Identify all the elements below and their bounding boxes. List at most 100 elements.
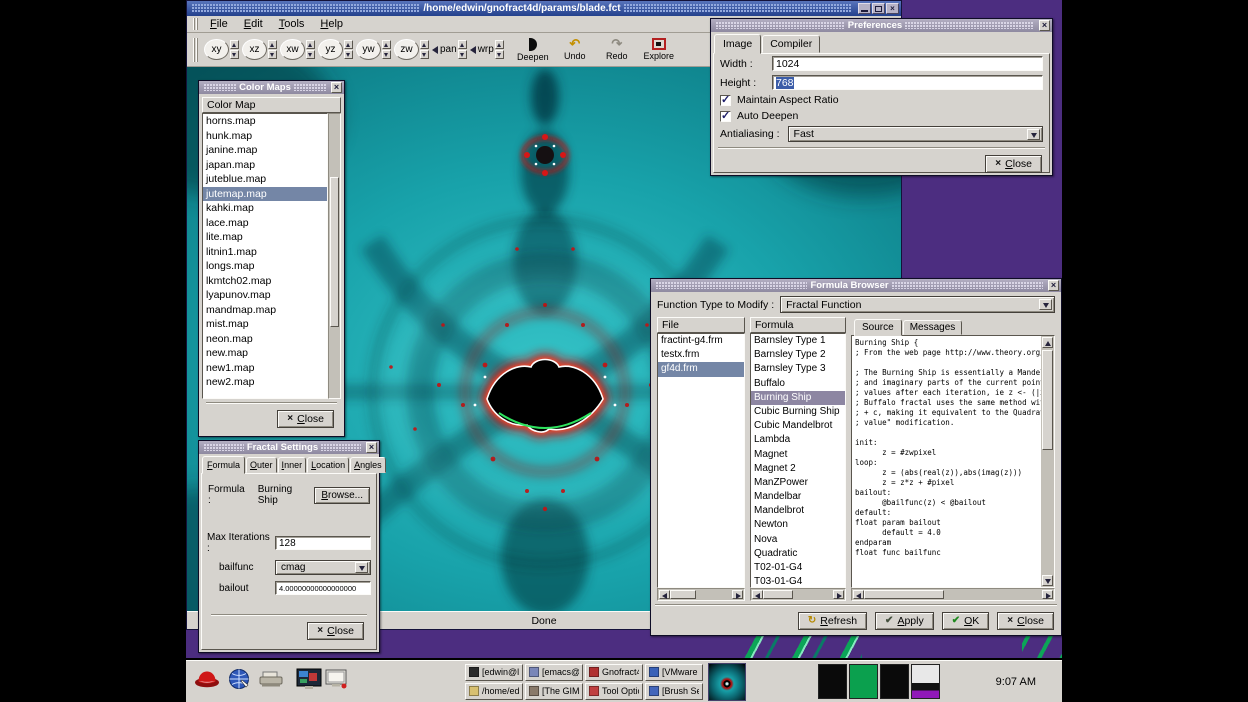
formula-item[interactable]: ManZPower	[751, 476, 845, 490]
auto-deepen-checkbox[interactable]: ✓	[720, 111, 731, 122]
axis-button-label[interactable]: xz	[242, 39, 267, 60]
scroll-up-icon[interactable]	[1042, 337, 1053, 348]
scroll-right-icon[interactable]	[833, 590, 844, 599]
scroll-right-icon[interactable]	[1042, 590, 1053, 599]
colormap-item[interactable]: lace.map	[203, 216, 327, 231]
formula-item[interactable]: Nova	[751, 533, 845, 547]
fractal-settings-titlebar[interactable]: Fractal Settings ×	[199, 441, 379, 454]
file-item[interactable]: fractint-g4.frm	[658, 334, 744, 348]
file-item[interactable]: testx.frm	[658, 348, 744, 362]
colormap-item[interactable]: jutemap.map	[203, 187, 327, 202]
spin-down-icon[interactable]	[306, 50, 315, 59]
colormap-item[interactable]: janine.map	[203, 143, 327, 158]
axis-button-label[interactable]: yw	[356, 39, 381, 60]
apply-button[interactable]: ✔ Apply	[875, 612, 934, 630]
ok-button[interactable]: ✔ OK	[942, 612, 990, 630]
formula-list-header[interactable]: Formula	[750, 317, 846, 333]
spin-up-icon[interactable]	[495, 40, 504, 49]
toolbar-grip[interactable]	[193, 38, 198, 62]
formula-item[interactable]: Mandelbrot	[751, 504, 845, 518]
colormap-item[interactable]: juteblue.map	[203, 172, 327, 187]
deepen-button[interactable]: Deepen	[512, 34, 554, 65]
redhat-menu-icon[interactable]	[194, 669, 220, 694]
menubar-grip[interactable]	[193, 18, 198, 30]
desktop-pager-cell[interactable]	[818, 664, 847, 699]
spin-up-icon[interactable]	[268, 40, 277, 49]
fractal-settings-tab[interactable]: Formula	[202, 456, 245, 474]
max-iterations-input[interactable]: 128	[275, 536, 371, 550]
display-applet-icon[interactable]	[325, 669, 347, 694]
spin-down-icon[interactable]	[382, 50, 391, 59]
axis-button-label[interactable]: yz	[318, 39, 343, 60]
formula-item[interactable]: Magnet 2	[751, 462, 845, 476]
bailfunc-select[interactable]: cmag	[275, 560, 371, 575]
spin-down-icon[interactable]	[230, 50, 239, 59]
menu-item[interactable]: Edit	[236, 17, 271, 32]
fractal-settings-tab[interactable]: Location	[307, 457, 349, 473]
source-hscrollbar[interactable]	[851, 588, 1055, 601]
formula-item[interactable]: T03-01-G4	[751, 575, 845, 588]
axis-button-label[interactable]: zw	[394, 39, 419, 60]
taskbar-window-button[interactable]: Tool Optic	[585, 683, 643, 700]
spin-up-icon[interactable]	[306, 40, 315, 49]
pan-left-icon[interactable]	[432, 46, 438, 54]
formula-item[interactable]: Newton	[751, 518, 845, 532]
formula-item[interactable]: Cubic Mandelbrot	[751, 419, 845, 433]
function-type-select[interactable]: Fractal Function	[780, 296, 1055, 313]
source-vscrollbar[interactable]	[1041, 336, 1054, 587]
axis-rotate-control[interactable]: yz	[317, 39, 354, 60]
formula-item[interactable]: Quadratic	[751, 547, 845, 561]
formula-item[interactable]: Buffalo	[751, 377, 845, 391]
refresh-button[interactable]: ↻ Refresh	[798, 612, 867, 630]
main-titlebar[interactable]: /home/edwin/gnofract4d/params/blade.fct …	[187, 1, 901, 16]
formula-browser-titlebar[interactable]: Formula Browser ×	[651, 279, 1061, 292]
colormap-scrollbar[interactable]	[328, 113, 341, 399]
spin-up-icon[interactable]	[230, 40, 239, 49]
spin-up-icon[interactable]	[344, 40, 353, 49]
menu-item[interactable]: Tools	[271, 17, 313, 32]
desktop-pager-cell[interactable]	[911, 664, 940, 699]
desktop-pager-cell[interactable]	[849, 664, 878, 699]
colormap-item[interactable]: kahki.map	[203, 201, 327, 216]
file-hscrollbar[interactable]	[657, 588, 745, 601]
formula-item[interactable]: T02-01-G4	[751, 561, 845, 575]
source-code[interactable]: Burning Ship { ; From the web page http:…	[852, 336, 1041, 587]
spin-up-icon[interactable]	[382, 40, 391, 49]
taskbar-window-button[interactable]: /home/edw	[465, 683, 523, 700]
colormap-item[interactable]: litnin1.map	[203, 245, 327, 260]
colormap-item[interactable]: lite.map	[203, 230, 327, 245]
formula-item[interactable]: Barnsley Type 2	[751, 348, 845, 362]
axis-button-label[interactable]: xw	[280, 39, 305, 60]
colormap-item[interactable]: mist.map	[203, 317, 327, 332]
source-tab[interactable]: Messages	[903, 320, 963, 335]
width-input[interactable]: 1024	[772, 56, 1043, 71]
close-button[interactable]: × Close	[997, 612, 1054, 630]
close-icon[interactable]: ×	[886, 3, 899, 14]
axis-button-label[interactable]: xy	[204, 39, 229, 60]
scroll-down-icon[interactable]	[1042, 575, 1053, 586]
browser-icon[interactable]	[228, 668, 250, 695]
colormap-item[interactable]: new.map	[203, 346, 327, 361]
taskbar-window-button[interactable]: [emacs@l	[525, 664, 583, 681]
formula-hscrollbar[interactable]	[750, 588, 846, 601]
spin-down-icon[interactable]	[420, 50, 429, 59]
spin-down-icon[interactable]	[344, 50, 353, 59]
close-button[interactable]: × Close	[277, 410, 334, 428]
scroll-left-icon[interactable]	[752, 590, 763, 599]
warp-left-icon[interactable]	[470, 46, 476, 54]
scrollbar-thumb[interactable]	[330, 177, 339, 327]
colormap-item[interactable]: longs.map	[203, 259, 327, 274]
spin-up-icon[interactable]	[458, 40, 467, 49]
preferences-tab[interactable]: Image	[714, 34, 761, 54]
monitor-applet-icon[interactable]	[296, 668, 322, 695]
formula-item[interactable]: Mandelbar	[751, 490, 845, 504]
fractal-thumbnail-icon[interactable]	[708, 663, 746, 701]
spin-down-icon[interactable]	[495, 50, 504, 59]
scrollbar-thumb[interactable]	[1042, 350, 1053, 450]
desktop[interactable]: /home/edwin/gnofract4d/params/blade.fct …	[186, 0, 1062, 702]
taskbar-window-button[interactable]: [The GIMI	[525, 683, 583, 700]
colormap-list-header[interactable]: Color Map	[202, 97, 341, 113]
spin-down-icon[interactable]	[458, 50, 467, 59]
taskbar-window-button[interactable]: [VMware V	[645, 664, 703, 681]
scrollbar-thumb[interactable]	[763, 590, 793, 599]
